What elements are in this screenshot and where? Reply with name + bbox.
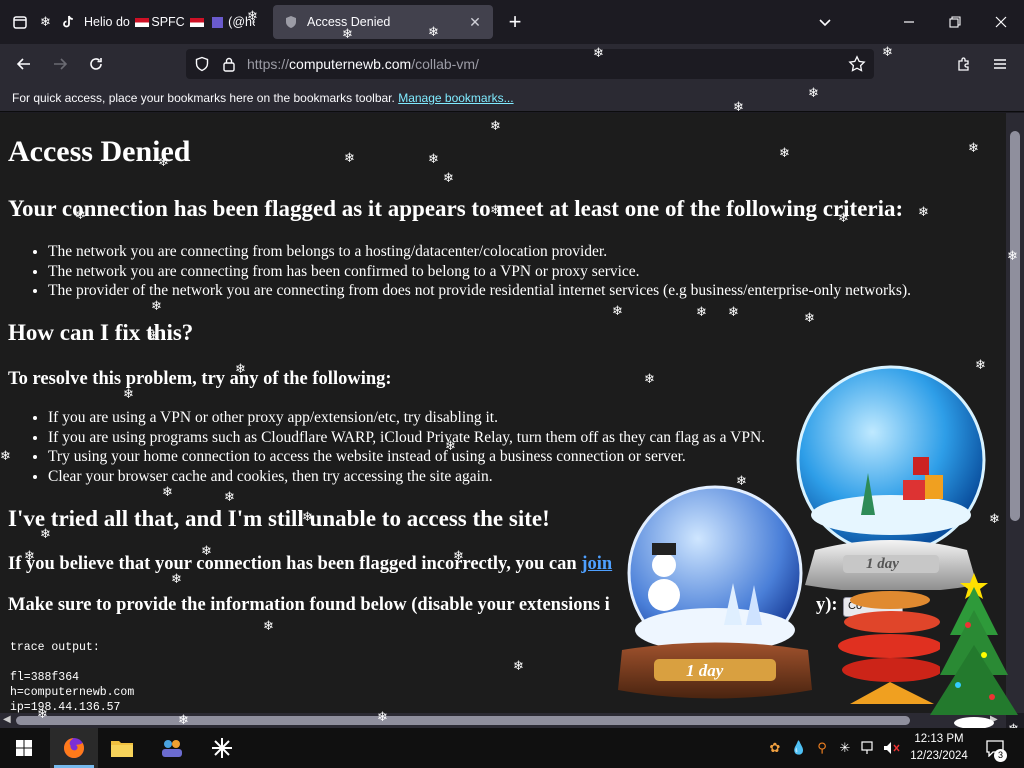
windows-logo-icon	[16, 740, 32, 756]
url-host: computernewb.com	[289, 56, 412, 72]
flag-icon	[190, 18, 205, 28]
fix-heading: How can I fix this?	[8, 320, 194, 345]
url-path: /collab-vm/	[411, 56, 479, 72]
close-window-button[interactable]	[978, 6, 1024, 38]
tab-helio[interactable]: Helio do SPFC (@helio	[50, 5, 265, 39]
list-item: The network you are connecting from belo…	[48, 242, 911, 262]
provide-paragraph: Make sure to provide the information fou…	[8, 595, 610, 616]
new-tab-button[interactable]: +	[503, 9, 527, 34]
list-item: Clear your browser cache and cookies, th…	[48, 467, 765, 487]
tray-app-icon[interactable]: ✿	[765, 738, 785, 758]
trace-line: ip=198.44.136.57	[10, 701, 121, 713]
emoji-icon	[211, 17, 223, 29]
christmas-tree-icon	[930, 573, 1018, 729]
arrow-right-icon	[54, 58, 68, 70]
start-button[interactable]	[0, 728, 48, 768]
tab-access-denied[interactable]: Access Denied ✕	[273, 5, 493, 39]
forward-button[interactable]	[46, 50, 74, 78]
plus-icon: +	[508, 9, 522, 34]
url-text[interactable]: https://computernewb.com/collab-vm/	[247, 56, 479, 72]
system-clock[interactable]: 12:13 PM 12/23/2024	[905, 731, 973, 765]
reload-button[interactable]	[82, 50, 110, 78]
tab-list-button[interactable]	[8, 10, 32, 34]
list-item: If you are using a VPN or other proxy ap…	[48, 408, 765, 428]
flag-icon	[135, 18, 150, 28]
chevron-down-icon	[819, 19, 831, 27]
nav-bar: https://computernewb.com/collab-vm/	[0, 44, 1024, 84]
list-item: The network you are connecting from has …	[48, 262, 911, 282]
tab-label: Helio do	[84, 15, 130, 29]
page-title: Access Denied	[8, 135, 191, 168]
tray-search-icon[interactable]: ⚲	[813, 738, 831, 758]
tab-label: Access Denied	[307, 15, 391, 29]
taskbar-file-explorer[interactable]	[98, 728, 146, 768]
taskbar-app-people[interactable]	[148, 728, 196, 768]
manage-bookmarks-link[interactable]: Manage bookmarks...	[398, 91, 513, 105]
folder-icon	[111, 741, 133, 757]
flagged-heading: Your connection has been flagged as it a…	[8, 196, 904, 221]
list-item: The provider of the network you are conn…	[48, 281, 911, 301]
resolve-heading: To resolve this problem, try any of the …	[8, 369, 392, 389]
trace-output: trace output: fl=388f364 h=computernewb.…	[10, 640, 134, 713]
bookmark-star-icon[interactable]	[848, 55, 866, 78]
url-bar[interactable]: https://computernewb.com/collab-vm/	[186, 49, 874, 79]
incorrect-paragraph: If you believe that your connection has …	[8, 554, 612, 575]
tab-label-tail: (@helio	[228, 15, 255, 29]
scrollbar-thumb[interactable]	[1010, 131, 1020, 521]
spiral-tree-icon	[838, 591, 940, 704]
scroll-left-icon[interactable]: ◀	[3, 714, 11, 725]
notification-count: 3	[994, 749, 1007, 762]
clock-time: 12:13 PM	[914, 733, 964, 745]
firefox-icon	[64, 738, 84, 758]
scrollbar-thumb[interactable]	[16, 716, 910, 725]
close-icon	[995, 16, 1007, 28]
puzzle-icon	[958, 57, 969, 71]
tab-list-icon	[13, 16, 27, 29]
tried-heading: I've tried all that, and I'm still unabl…	[8, 506, 550, 531]
close-tab-icon[interactable]: ✕	[467, 14, 483, 30]
asterisk-icon	[212, 738, 232, 758]
taskbar-firefox[interactable]	[50, 728, 98, 768]
shield-favicon-icon	[283, 14, 299, 30]
app-menu-button[interactable]	[986, 50, 1014, 78]
extensions-button[interactable]	[950, 50, 978, 78]
join-link[interactable]: join	[581, 554, 612, 574]
tray-drop-icon[interactable]: 💧	[790, 738, 808, 758]
people-icon	[162, 740, 182, 757]
bookmarks-toolbar: For quick access, place your bookmarks h…	[0, 84, 1024, 112]
taskbar: ✿ 💧 ⚲ ✳ 12:13 PM 12/23/2024 3	[0, 728, 1024, 768]
restore-button[interactable]	[932, 6, 978, 38]
tray-asterisk-icon[interactable]: ✳	[836, 738, 854, 758]
clock-date: 12/23/2024	[910, 750, 968, 762]
minimize-icon	[904, 21, 914, 23]
taskbar-app-star[interactable]	[198, 728, 246, 768]
globe-right-label: 1 day	[866, 556, 899, 572]
list-item: If you are using programs such as Cloudf…	[48, 428, 765, 448]
restore-icon	[949, 16, 961, 28]
trace-line: fl=388f364	[10, 671, 80, 684]
hamburger-menu-icon	[994, 59, 1006, 69]
lock-icon[interactable]	[222, 56, 236, 77]
arrow-left-icon	[16, 58, 30, 70]
provide-text: Make sure to provide the information fou…	[8, 595, 610, 615]
reload-icon	[90, 58, 102, 70]
globe-left-label: 1 day	[686, 661, 724, 680]
fixes-list: If you are using a VPN or other proxy ap…	[48, 408, 765, 486]
tab-label-rest: SPFC	[151, 15, 185, 29]
tiktok-icon	[60, 14, 76, 30]
tab-strip: Helio do SPFC (@helio Access Denied ✕ +	[0, 0, 1024, 44]
list-item: Try using your home connection to access…	[48, 447, 765, 467]
list-all-tabs-button[interactable]	[802, 6, 848, 38]
bookmarks-hint-text: For quick access, place your bookmarks h…	[12, 91, 395, 105]
horizontal-scrollbar[interactable]: ◀ ▶	[0, 713, 1006, 728]
tracking-protection-shield-icon[interactable]	[194, 56, 210, 77]
volume-muted-icon[interactable]	[882, 738, 902, 758]
minimize-button[interactable]	[886, 6, 932, 38]
trace-label: trace output:	[10, 641, 100, 654]
network-icon[interactable]	[859, 738, 879, 758]
incorrect-text: If you believe that your connection has …	[8, 554, 577, 574]
back-button[interactable]	[10, 50, 38, 78]
trace-line: h=computernewb.com	[10, 686, 135, 699]
criteria-list: The network you are connecting from belo…	[48, 242, 911, 301]
